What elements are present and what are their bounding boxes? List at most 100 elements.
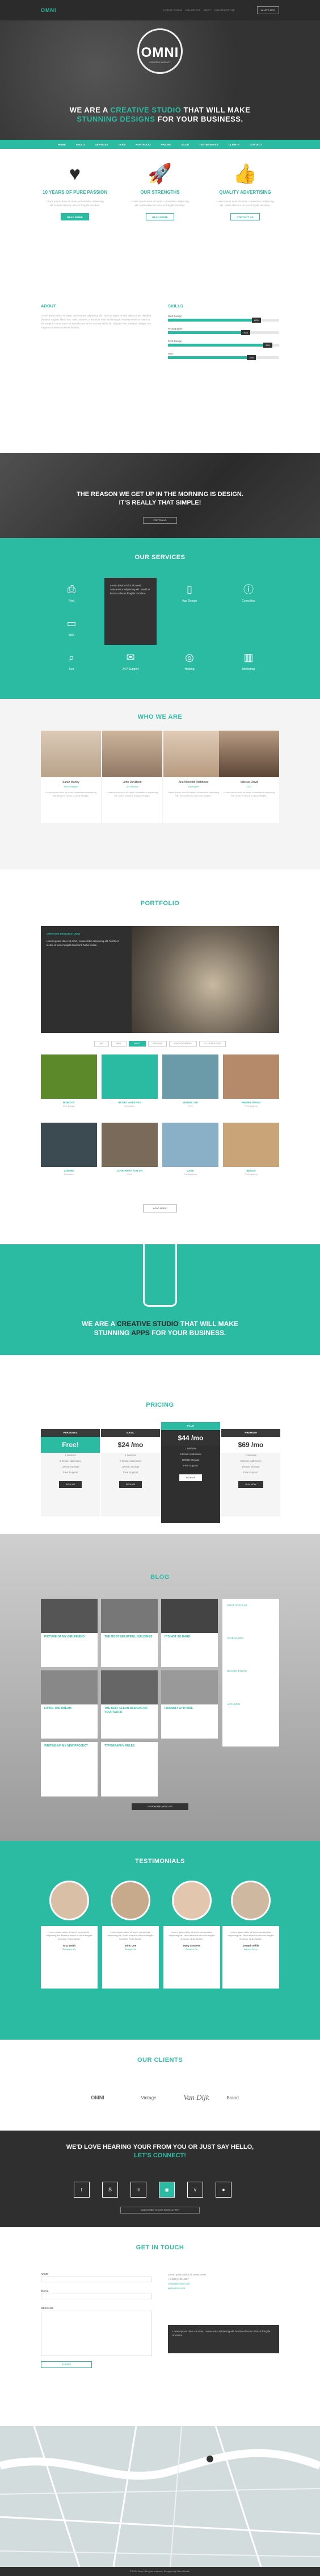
blog-section: BLOG PICTURE OF MY GIRLFRIEND THE MOST B… [0,1534,320,1841]
info-icon: ⓘ [243,584,254,595]
nav-about[interactable]: ABOUT [76,143,85,146]
filter-design[interactable]: DESIGN [148,1041,167,1047]
read-more-button[interactable]: READ MORE [61,213,89,220]
nav-services[interactable]: SERVICES [95,143,108,146]
team-member[interactable]: Marcus Dowd CEO Lorem ipsum dolor sit amet… [219,731,279,823]
portfolio-feature-image[interactable] [132,926,279,1033]
client-logo[interactable]: Brand [204,2085,261,2110]
client-logo[interactable]: OMNI [69,2085,126,2110]
nav-team[interactable]: TEAM [118,143,125,146]
twitter-icon[interactable]: t [74,2182,90,2198]
team-member[interactable]: Ana Meredith-Matthews Developer Lorem ipsu… [163,731,224,823]
website-link[interactable]: www.omni.com [168,2286,279,2291]
headline-text: THAT WILL MAKE [181,106,251,114]
avatar [163,731,224,777]
portfolio-button[interactable]: PORTFOLIO [143,517,177,524]
nav-contact[interactable]: CONTACT [250,143,262,146]
service-seo[interactable]: ⌕ Seo [53,647,90,682]
top-link[interactable]: DOLOR SIT [186,9,200,11]
portfolio-item[interactable]: RETRO VARIETIES Illustration [102,1054,158,1111]
portfolio-item[interactable]: BEACH Photography [223,1123,279,1179]
post-title: WRITING UP MY NEW PROJECT [44,1744,88,1748]
hello-headline: WE'D LOVE HEARING YOUR FROM YOU OR JUST … [0,2143,320,2160]
signup-button[interactable]: SIGN UP [119,1481,142,1488]
submit-button[interactable]: SUBMIT [41,2361,92,2368]
dribbble-icon[interactable]: ◉ [159,2182,175,2198]
whats-new-button[interactable]: WHAT'S NEW [256,6,279,14]
blog-post[interactable]: THE BEST CLEAN DESIGN FOR YOUR WORK [101,1670,158,1739]
filter-illustration[interactable]: ILLUSTRATION [199,1041,226,1047]
message-textarea[interactable] [41,2311,152,2356]
feature-desc: Lorem ipsum dolor sit amet, consectetur … [131,200,189,207]
contact-us-button[interactable]: CONTACT US [230,213,260,220]
signup-button[interactable]: SIGN UP [179,1474,203,1481]
service-support[interactable]: ✉ 24/7 Support [112,647,149,682]
view-more-articles-button[interactable]: VIEW MORE ARTICLES [132,1803,188,1810]
service-web[interactable]: ▭ Web [53,613,90,648]
top-link[interactable]: LOREM IPSUM [163,9,182,11]
item-category: Illustration [124,1104,135,1107]
email-input[interactable] [41,2294,152,2299]
signup-button[interactable]: SIGN UP [58,1481,82,1488]
logo[interactable]: OMNI [41,7,57,13]
nav-testimonials[interactable]: TESTIMONIALS [199,143,218,146]
blog-post[interactable]: WRITING UP MY NEW PROJECT [41,1742,98,1796]
portfolio-item[interactable]: ROBOTIC Web Design [41,1054,97,1111]
filter-all[interactable]: ALL [94,1041,109,1047]
email-link[interactable]: contact@omni.com [168,2282,279,2286]
name-input[interactable] [41,2277,152,2282]
filter-print[interactable]: PRINT [128,1041,146,1047]
portfolio-item[interactable]: HIMMEL RINGS Photography [223,1054,279,1111]
map[interactable] [0,2426,320,2567]
top-link[interactable]: AMET [204,9,211,11]
filter-photography[interactable]: PHOTOGRAPHY [169,1041,197,1047]
hello-line: WE'D LOVE HEARING YOUR FROM YOU OR JUST … [66,2144,254,2150]
nav-pricing[interactable]: PRICING [161,143,171,146]
post-image [101,1599,158,1633]
email-field: EMAIL [41,2290,152,2299]
read-more-button[interactable]: READ MORE [146,213,174,220]
nav-blog[interactable]: BLOG [182,143,189,146]
sidebar-heading[interactable]: RECENT POSTS [227,1669,275,1674]
blog-post[interactable]: TYPOGRAPHY RULES [101,1742,158,1796]
team-member[interactable]: John Davidson Art Director Lorem ipsum dol… [102,731,162,823]
newsletter-button[interactable]: SUBSCRIBE TO OUR NEWSLETTER [120,2207,200,2214]
pricing-card: PERSONAL Free! 1 Website 5 Email Addresses 1… [41,1429,100,1516]
top-link[interactable]: CONSECTETUR [214,9,235,11]
portfolio-item[interactable]: ZOMBIE Illustration [41,1123,97,1179]
blog-post[interactable]: LIVING THE DREAM [41,1670,98,1739]
portfolio-thumb [102,1123,158,1167]
blog-post[interactable]: THE MOST BEAUTIFUL BUILDINGS [101,1599,158,1667]
service-app-design[interactable]: ▯ App Design [171,579,208,614]
portfolio-item[interactable]: LOVE WHAT YOU DO Print [102,1123,158,1179]
vimeo-icon[interactable]: v [187,2182,203,2198]
sidebar-heading[interactable]: CATEGORIES [227,1636,275,1641]
team-member[interactable]: Sarah Marley Web Designer Lorem ipsum dolo… [41,731,101,823]
hello-highlight: LET'S CONNECT! [134,2152,186,2159]
flickr-icon[interactable]: ● [216,2182,231,2198]
service-print[interactable]: ⎙ Print [53,579,90,614]
service-hosting[interactable]: ◎ Hosting [171,647,208,682]
service-consulting[interactable]: ⓘ Consulting [230,579,267,614]
nav-home[interactable]: HOME [58,143,66,146]
plan-feature: 5 Email Addresses [60,1460,81,1462]
avatar [231,1881,271,1920]
portfolio-item[interactable]: WATER LAB Print [162,1054,218,1111]
plan-name: BASIC [101,1429,160,1437]
service-marketing[interactable]: ▥ Marketing [230,647,267,682]
skype-icon[interactable]: S [102,2182,118,2198]
sidebar-heading[interactable]: MOST POPULAR [227,1603,275,1608]
nav-portfolio[interactable]: PORTFOLIO [136,143,150,146]
sidebar-heading[interactable]: ARCHIVES [227,1702,275,1707]
blog-post[interactable]: PICTURE OF MY GIRLFRIEND [41,1599,98,1667]
blog-post[interactable]: FRIENDLY ATTITUDE [161,1670,218,1739]
plan-feature: 100GB Storage [182,1458,200,1461]
footer: © 2014 Omni. All rights reserved. Design… [0,2567,320,2576]
linkedin-icon[interactable]: in [130,2182,146,2198]
load-more-button[interactable]: LOAD MORE [143,1204,177,1212]
nav-clients[interactable]: CLIENTS [229,143,239,146]
portfolio-item[interactable]: LAKE Photography [162,1123,218,1179]
buy-now-button[interactable]: BUY NOW [238,1481,263,1488]
filter-web[interactable]: WEB [111,1041,127,1047]
blog-post[interactable]: IT'S NOT SO HARD [161,1599,218,1667]
